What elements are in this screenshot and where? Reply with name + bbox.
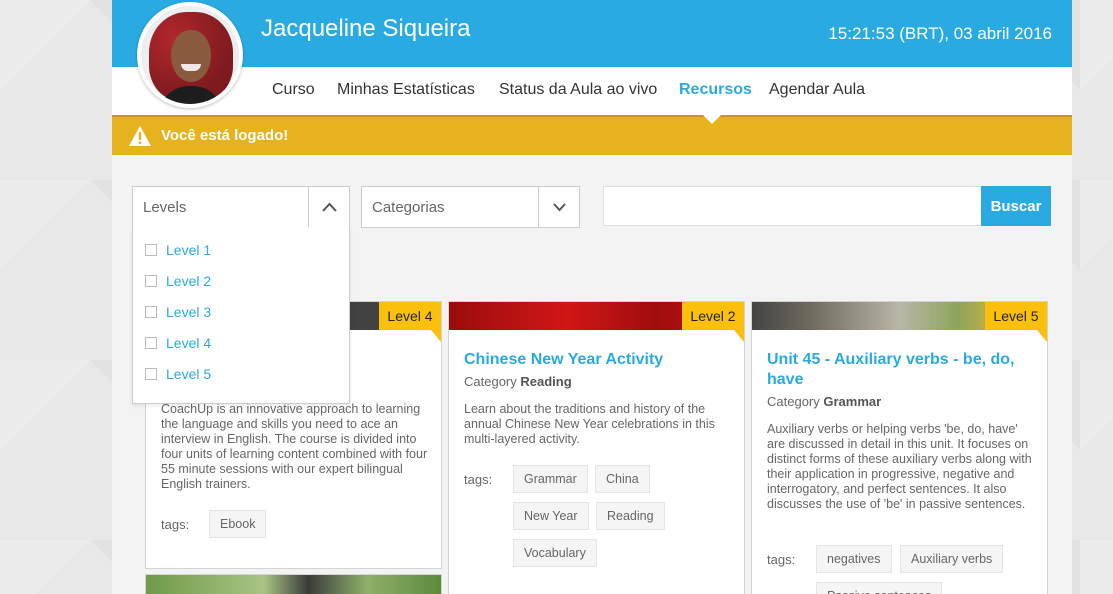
card-image — [146, 575, 441, 594]
checkbox[interactable] — [145, 306, 157, 318]
user-name: Jacqueline Siqueira — [261, 15, 471, 42]
tag[interactable]: Passive sentences — [816, 582, 943, 594]
checkbox[interactable] — [145, 337, 157, 349]
warning-icon — [129, 126, 151, 146]
level-badge: Level 5 — [985, 302, 1047, 330]
tags-label: tags: — [767, 552, 796, 567]
login-alert: Você está logado! — [112, 115, 1072, 155]
tag[interactable]: Reading — [596, 502, 665, 530]
levels-select-label: Levels — [143, 199, 187, 216]
main-page: Jacqueline Siqueira 15:21:53 (BRT), 03 a… — [112, 0, 1072, 594]
tag[interactable]: China — [595, 465, 650, 493]
tag[interactable]: New Year — [513, 502, 589, 530]
card-description: CoachUp is an innovative approach to lea… — [161, 402, 428, 491]
card-description: Auxiliary verbs or helping verbs 'be, do… — [767, 422, 1032, 511]
active-nav-caret — [702, 114, 722, 124]
nav-item-minhas-estatisticas[interactable]: Minhas Estatísticas — [337, 81, 475, 99]
checkbox[interactable] — [145, 275, 157, 287]
card-category: Category Grammar — [767, 394, 882, 409]
card-category: Category Reading — [464, 374, 572, 389]
chevron-up-icon — [322, 202, 337, 212]
categories-select[interactable]: Categorias — [361, 186, 580, 228]
card-title[interactable]: Unit 45 - Auxiliary verbs - be, do, have — [767, 350, 1027, 390]
tags-label: tags: — [464, 472, 493, 487]
nav-item-status-aula[interactable]: Status da Aula ao vivo — [499, 81, 657, 99]
resource-card[interactable]: Level 5 Unit 45 - Auxiliary verbs - be, … — [751, 301, 1048, 594]
level-badge: Level 2 — [682, 302, 744, 330]
resource-card[interactable]: Level 2 Chinese New Year Activity Catego… — [448, 301, 745, 594]
datetime: 15:21:53 (BRT), 03 abril 2016 — [828, 24, 1052, 43]
resource-card-next[interactable] — [145, 574, 442, 594]
checkbox[interactable] — [145, 244, 157, 256]
tags-label: tags: — [161, 517, 190, 532]
search-input[interactable] — [603, 186, 981, 226]
levels-dropdown: Level 1 Level 2 Level 3 Level 4 Level 5 — [132, 228, 350, 404]
level-badge: Level 4 — [379, 302, 441, 330]
main-nav: Curso Minhas Estatísticas Status da Aula… — [112, 67, 1072, 115]
tag[interactable]: Ebook — [209, 510, 267, 538]
nav-item-recursos[interactable]: Recursos — [679, 81, 752, 99]
tag[interactable]: Grammar — [513, 465, 588, 493]
checkbox[interactable] — [145, 368, 157, 380]
chevron-down-icon — [553, 203, 566, 212]
tag[interactable]: negatives — [816, 545, 892, 573]
search-button[interactable]: Buscar — [981, 186, 1051, 226]
nav-item-agendar-aula[interactable]: Agendar Aula — [769, 81, 865, 99]
avatar[interactable] — [137, 2, 243, 108]
nav-item-curso[interactable]: Curso — [272, 81, 315, 99]
alert-text: Você está logado! — [161, 127, 289, 144]
card-title[interactable]: Chinese New Year Activity — [464, 350, 724, 370]
categories-select-label: Categorias — [372, 199, 445, 216]
levels-select[interactable]: Levels — [132, 186, 350, 228]
header-bar: Jacqueline Siqueira 15:21:53 (BRT), 03 a… — [112, 0, 1072, 67]
card-description: Learn about the traditions and history o… — [464, 402, 715, 446]
tag[interactable]: Vocabulary — [513, 539, 597, 567]
tag[interactable]: Auxiliary verbs — [900, 545, 1004, 573]
